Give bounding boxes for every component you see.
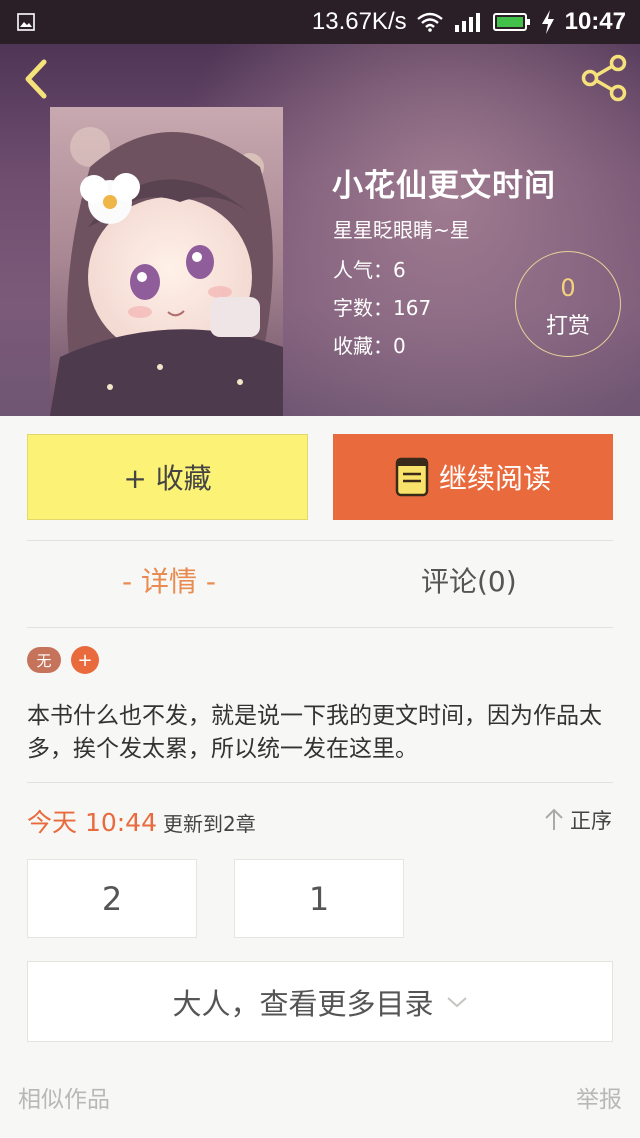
tab-details[interactable]: - 详情 -	[122, 560, 216, 600]
divider	[27, 540, 613, 541]
update-time: 今天 10:44	[27, 808, 157, 837]
signal-icon	[454, 13, 480, 32]
continue-reading-button[interactable]: 继续阅读	[333, 434, 613, 520]
wifi-icon	[416, 12, 443, 32]
view-more-catalog-button[interactable]: 大人，查看更多目录	[27, 961, 613, 1042]
divider	[27, 782, 613, 783]
similar-works-heading: 相似作品	[18, 1087, 110, 1113]
share-icon[interactable]	[578, 52, 630, 104]
book-word-count: 字数：167	[333, 296, 432, 320]
tip-count: 0	[560, 274, 576, 302]
book-favorites: 收藏：0	[333, 334, 406, 358]
book-description: 本书什么也不发，就是说一下我的更文时间，因为作品太多，挨个发太累，所以统一发在这…	[27, 703, 602, 762]
tip-button[interactable]: 0 打赏	[515, 251, 621, 357]
chevron-left-icon[interactable]	[18, 58, 52, 100]
chapter-item[interactable]: 2	[27, 859, 197, 938]
book-icon	[395, 457, 429, 497]
book-cover-image[interactable]	[50, 107, 283, 416]
sort-label: 正序	[570, 809, 612, 833]
charging-icon	[541, 10, 554, 34]
book-title: 小花仙更文时间	[332, 168, 556, 204]
add-favorite-label: + 收藏	[123, 462, 212, 495]
view-more-catalog-label: 大人，查看更多目录	[172, 986, 434, 1021]
update-text: 更新到2章	[163, 812, 256, 836]
chevron-down-icon	[446, 996, 467, 1007]
add-tag-button[interactable]: +	[71, 646, 99, 674]
divider	[27, 627, 613, 628]
battery-icon	[492, 13, 530, 31]
arrow-up-icon	[545, 808, 563, 830]
update-info: 今天 10:44 更新到2章	[27, 803, 256, 839]
status-bar: 13.67K/s 10:47	[0, 0, 640, 44]
cover-illustration	[50, 107, 283, 416]
image-icon	[17, 13, 35, 31]
report-link[interactable]: 举报	[576, 1080, 622, 1114]
sort-toggle[interactable]: 正序	[544, 805, 612, 835]
network-speed: 13.67K/s	[311, 8, 407, 35]
status-time: 10:47	[564, 8, 626, 35]
add-favorite-button[interactable]: + 收藏	[27, 434, 308, 520]
tab-comments[interactable]: 评论(0)	[421, 560, 517, 600]
chapter-item[interactable]: 1	[234, 859, 404, 938]
tag-badge[interactable]: 无	[27, 647, 61, 673]
book-author[interactable]: 星星眨眼睛~星	[333, 214, 470, 243]
book-popularity: 人气：6	[333, 258, 406, 282]
continue-reading-label: 继续阅读	[438, 462, 551, 495]
tip-label: 打赏	[545, 314, 590, 339]
